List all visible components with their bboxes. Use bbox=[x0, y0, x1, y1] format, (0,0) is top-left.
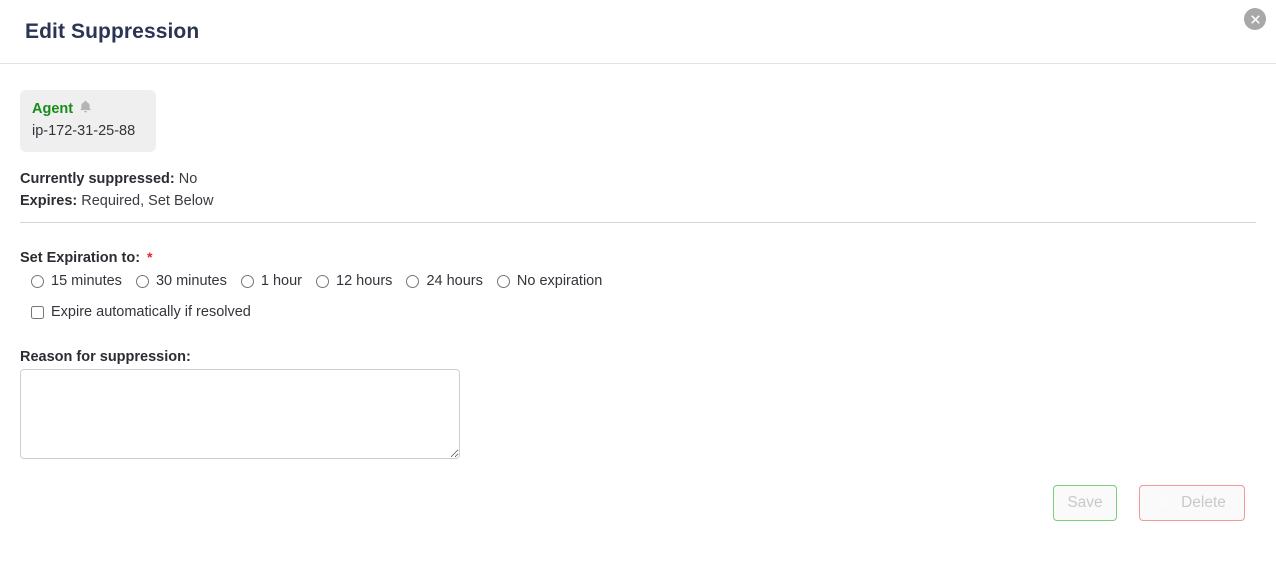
expires-label: Expires: bbox=[20, 193, 78, 209]
delete-button[interactable]: Delete bbox=[1139, 485, 1245, 521]
radio-option-no-expiration[interactable]: No expiration bbox=[496, 272, 603, 289]
reason-input[interactable] bbox=[20, 369, 460, 459]
radio-label-no-expiration: No expiration bbox=[516, 272, 603, 289]
edit-suppression-modal: Edit Suppression Agent ip-172-31-25-88 C… bbox=[0, 0, 1276, 562]
radio-label-30-minutes: 30 minutes bbox=[155, 272, 227, 289]
trash-icon bbox=[1158, 492, 1173, 514]
auto-expire-label: Expire automatically if resolved bbox=[51, 304, 251, 320]
set-expiration-text: Set Expiration to: bbox=[20, 250, 141, 266]
save-button[interactable]: Save bbox=[1053, 485, 1117, 521]
agent-chip: Agent ip-172-31-25-88 bbox=[20, 90, 156, 152]
auto-expire-checkbox[interactable] bbox=[31, 305, 44, 319]
radio-input-30-minutes[interactable] bbox=[135, 274, 149, 288]
currently-suppressed-label: Currently suppressed: bbox=[20, 171, 175, 187]
radio-input-no-expiration[interactable] bbox=[496, 274, 510, 288]
modal-header: Edit Suppression bbox=[0, 0, 1276, 64]
currently-suppressed-row: Currently suppressed: No bbox=[20, 168, 213, 190]
agent-chip-header: Agent bbox=[32, 100, 144, 118]
radio-option-30-minutes[interactable]: 30 minutes bbox=[135, 272, 227, 289]
radio-option-12-hours[interactable]: 12 hours bbox=[316, 274, 392, 289]
radio-input-24-hours[interactable] bbox=[406, 274, 420, 288]
set-expiration-label: Set Expiration to: * bbox=[20, 249, 153, 266]
page-title: Edit Suppression bbox=[25, 20, 200, 43]
reason-label: Reason for suppression: bbox=[20, 349, 191, 365]
required-marker: * bbox=[147, 249, 153, 265]
radio-label-12-hours: 12 hours bbox=[336, 272, 393, 289]
radio-input-15-minutes[interactable] bbox=[31, 274, 44, 288]
expires-value: Required, Set Below bbox=[81, 193, 214, 209]
currently-suppressed-value: No bbox=[178, 171, 198, 187]
agent-label: Agent bbox=[32, 100, 74, 117]
radio-input-12-hours[interactable] bbox=[316, 274, 329, 288]
auto-expire-checkbox-row[interactable]: Expire automatically if resolved bbox=[31, 305, 251, 320]
bell-icon bbox=[79, 100, 92, 119]
radio-label-24-hours: 24 hours bbox=[426, 272, 483, 289]
suppression-status: Currently suppressed: No Expires: Requir… bbox=[20, 168, 213, 212]
radio-input-1-hour[interactable] bbox=[240, 274, 254, 288]
expires-row: Expires: Required, Set Below bbox=[20, 190, 213, 212]
radio-option-1-hour[interactable]: 1 hour bbox=[240, 272, 302, 289]
radio-label-1-hour: 1 hour bbox=[260, 272, 302, 289]
section-divider bbox=[20, 222, 1256, 223]
radio-option-24-hours[interactable]: 24 hours bbox=[406, 272, 483, 289]
agent-hostname: ip-172-31-25-88 bbox=[32, 123, 136, 139]
radio-label-15-minutes: 15 minutes bbox=[51, 272, 122, 289]
close-icon[interactable] bbox=[1244, 8, 1266, 30]
save-button-label: Save bbox=[1067, 494, 1103, 511]
radio-option-15-minutes[interactable]: 15 minutes bbox=[31, 274, 122, 289]
delete-button-label: Delete bbox=[1181, 494, 1226, 511]
expiration-radio-group: 15 minutes 30 minutes 1 hour 12 hours 24… bbox=[31, 272, 602, 290]
